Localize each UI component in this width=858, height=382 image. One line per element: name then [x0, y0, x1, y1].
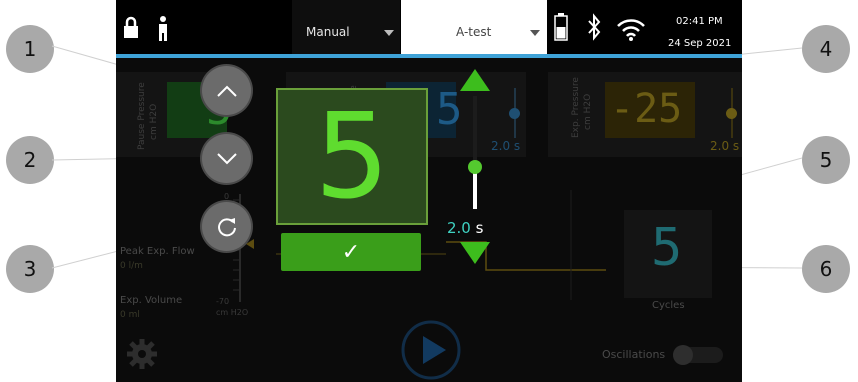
increase-button[interactable]: [202, 66, 251, 115]
wifi-icon: [617, 19, 645, 41]
exp-volume-value: 0 ml: [120, 310, 140, 320]
toggle-knob: [673, 345, 693, 365]
status-accent-line: [116, 54, 742, 58]
clock-time: 02:41 PM: [676, 16, 723, 27]
test-chevron-down-icon: [530, 30, 540, 36]
cycles-value: 5: [651, 218, 683, 278]
pause-pressure-unit: cm H2O: [149, 103, 159, 140]
gauge-unit: cm H2O: [216, 308, 249, 317]
insp-time-value: 2.0 s: [491, 139, 521, 153]
play-button[interactable]: [401, 320, 461, 380]
bluetooth-icon: [588, 13, 601, 41]
time-readout: 2.0 s: [447, 219, 483, 237]
clock-date: 24 Sep 2021: [668, 38, 732, 49]
gauge-tick-bottom: -70: [216, 297, 230, 306]
exp-pressure-value: -25: [610, 86, 683, 132]
reset-button[interactable]: [202, 202, 251, 251]
battery-icon: [554, 13, 568, 41]
device-screen: Manual A-test 02:41 PM 24 Sep 2021 Pause…: [116, 0, 742, 382]
gear-icon[interactable]: [125, 337, 159, 371]
time-unit: s: [475, 219, 484, 237]
time-decrease-arrow[interactable]: [460, 242, 490, 264]
value-editor-box: 5: [276, 88, 428, 225]
peak-exp-flow-value: 0 l/m: [120, 261, 143, 271]
refresh-icon: [217, 217, 236, 236]
exp-pressure-label: Exp. Pressure: [571, 77, 581, 138]
mode-label: Manual: [306, 25, 350, 39]
test-label: A-test: [456, 25, 492, 39]
oscillations-toggle[interactable]: [673, 345, 723, 365]
lock-icon[interactable]: [122, 16, 140, 40]
value-editor-value: 5: [314, 87, 390, 225]
exp-volume-label: Exp. Volume: [120, 295, 183, 306]
time-increase-arrow[interactable]: [460, 69, 490, 91]
chevron-down-icon: [216, 152, 237, 164]
confirm-button[interactable]: ✓: [281, 233, 421, 271]
decrease-button[interactable]: [202, 134, 251, 183]
exp-time-value: 2.0 s: [710, 139, 740, 153]
insp-pressure-value: 5: [436, 84, 463, 135]
mode-chevron-down-icon: [384, 30, 394, 36]
peak-exp-flow-label: Peak Exp. Flow: [120, 246, 195, 257]
exp-time-knob[interactable]: [726, 108, 737, 119]
person-icon[interactable]: [156, 16, 170, 42]
chevron-up-icon: [216, 85, 237, 97]
exp-pressure-unit: cm H2O: [583, 93, 593, 130]
checkmark-icon: ✓: [341, 239, 361, 265]
cycles-label: Cycles: [652, 300, 685, 311]
pause-pressure-label: Pause Pressure: [137, 82, 147, 150]
oscillations-label: Oscillations: [602, 348, 666, 361]
gauge-tick-top: 0: [224, 192, 230, 201]
time-slider-knob[interactable]: [468, 160, 482, 174]
insp-time-knob[interactable]: [509, 108, 520, 119]
time-value: 2.0: [447, 219, 471, 237]
